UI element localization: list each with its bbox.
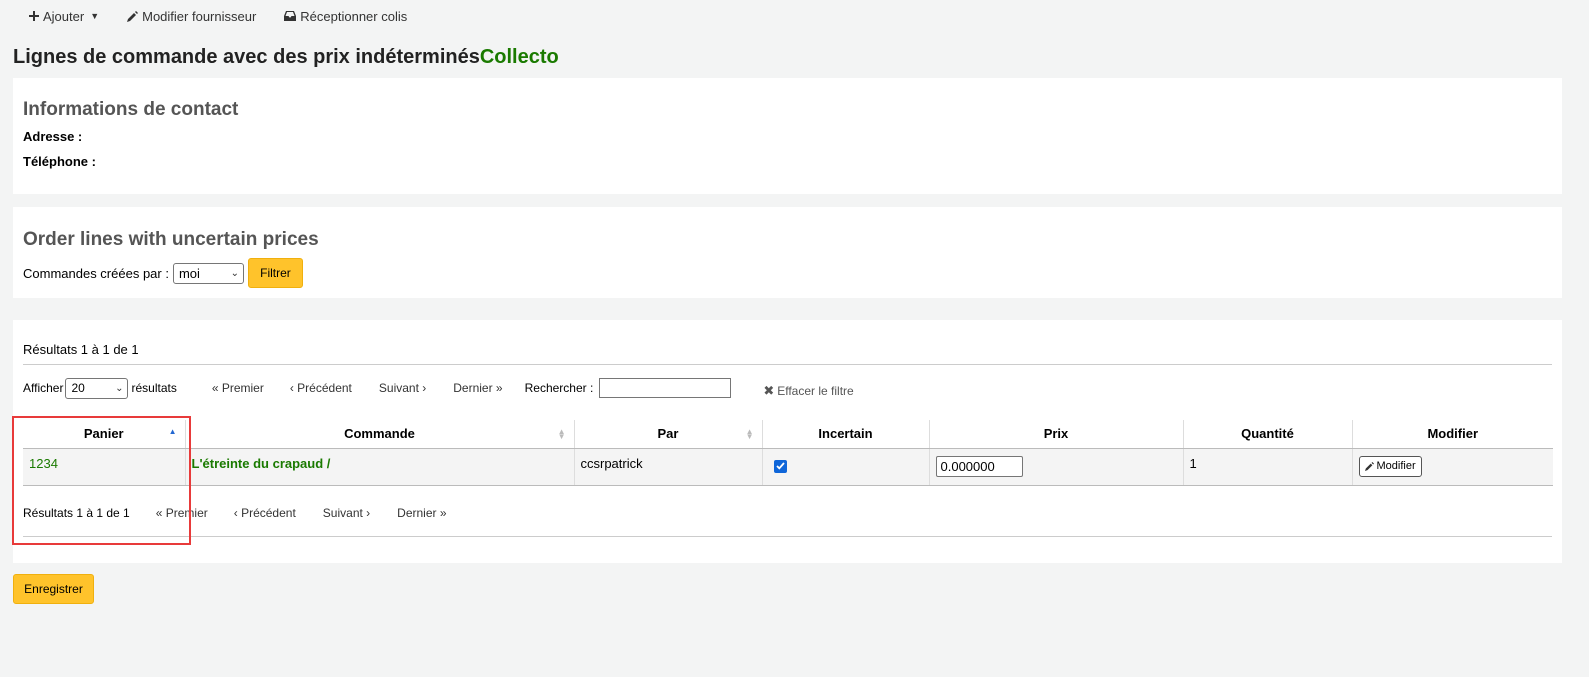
uncertain-cell: [762, 448, 930, 486]
search-input[interactable]: [599, 378, 732, 398]
caret-down-icon: ▼: [90, 11, 100, 21]
basket-cell: 1234: [23, 448, 186, 486]
edit-label: Modifier: [1376, 460, 1416, 472]
vendor-name: Collecto: [479, 46, 559, 68]
save-button[interactable]: Enregistrer: [13, 574, 94, 604]
add-label: Ajouter: [43, 8, 85, 24]
column-header-edit: Modifier: [1352, 420, 1553, 449]
order-cell: L'étreinte du crapaud /: [185, 448, 575, 486]
edit-button[interactable]: Modifier: [1358, 455, 1422, 477]
column-header-price: Prix: [929, 420, 1184, 449]
add-dropdown-button[interactable]: Ajouter ▼: [29, 9, 99, 24]
results-label: résultats: [131, 381, 177, 395]
price-cell: [929, 448, 1184, 486]
pencil-icon: [127, 10, 139, 22]
column-header-by[interactable]: Par ▲ ▼: [574, 420, 763, 449]
table-row: 1234 L'étreinte du crapaud / ccsrpatrick…: [23, 448, 1553, 486]
table-controls: Afficher 20 ⌄ résultats « Premier ‹ Préc…: [23, 377, 1553, 399]
sort-icon: ▲ ▼: [745, 427, 754, 441]
pencil-icon: [1364, 461, 1374, 471]
last-page-link[interactable]: Dernier »: [397, 506, 446, 520]
column-label: Modifier: [1427, 426, 1479, 442]
price-input[interactable]: [935, 455, 1023, 477]
column-label: Commande: [344, 426, 415, 442]
chevron-down-icon: ⌄: [230, 267, 239, 279]
page-title-text: Lignes de commande avec des prix indéter…: [13, 46, 480, 68]
phone-label: Téléphone :: [23, 154, 96, 169]
address-label: Adresse :: [23, 129, 83, 144]
edit-cell: Modifier: [1352, 448, 1553, 486]
receive-shipment-button[interactable]: Réceptionner colis: [284, 9, 407, 24]
receive-label: Réceptionner colis: [300, 8, 408, 24]
results-panel: Résultats 1 à 1 de 1 Afficher 20 ⌄ résul…: [13, 320, 1562, 563]
column-label: Par: [657, 426, 679, 442]
page-title: Lignes de commande avec des prix indéter…: [13, 46, 559, 69]
last-page-link[interactable]: Dernier »: [453, 381, 502, 395]
created-by-value: moi: [178, 265, 200, 281]
show-label: Afficher: [23, 381, 64, 395]
sort-icon: ▲ ▼: [557, 427, 566, 441]
close-icon: ✖: [763, 383, 775, 398]
column-header-uncertain: Incertain: [762, 420, 930, 449]
first-page-link[interactable]: « Premier: [156, 506, 208, 520]
column-label: Panier: [83, 426, 124, 442]
filter-panel: Order lines with uncertain prices Comman…: [13, 207, 1562, 298]
bottom-pager: Résultats 1 à 1 de 1 « Premier ‹ Précéde…: [23, 506, 447, 520]
contact-panel: Informations de contact Adresse : Téléph…: [13, 78, 1562, 194]
results-summary: Résultats 1 à 1 de 1: [23, 342, 139, 357]
created-by-select[interactable]: moi ⌄: [172, 262, 244, 284]
plus-icon: [29, 11, 39, 21]
clear-filter-label: Effacer le filtre: [777, 384, 854, 398]
by-cell: ccsrpatrick: [574, 448, 763, 486]
clear-filter-button[interactable]: ✖ Effacer le filtre: [763, 383, 853, 399]
column-label: Quantité: [1241, 426, 1294, 442]
page-size-value: 20: [71, 381, 85, 395]
next-page-link[interactable]: Suivant ›: [323, 506, 370, 520]
filter-heading: Order lines with uncertain prices: [23, 229, 319, 250]
filter-row: Commandes créées par : moi ⌄ Filtrer: [23, 258, 303, 288]
quantity-cell: 1: [1183, 448, 1353, 486]
divider: [23, 536, 1552, 537]
previous-page-link[interactable]: ‹ Précédent: [234, 506, 296, 520]
edit-vendor-button[interactable]: Modifier fournisseur: [127, 9, 256, 24]
search-label: Rechercher :: [524, 381, 594, 395]
table-header-row: Panier ▲ Commande ▲ ▼ Par ▲ ▼ Incertain Prix …: [23, 420, 1553, 449]
previous-page-link[interactable]: ‹ Précédent: [290, 381, 352, 395]
edit-vendor-label: Modifier fournisseur: [142, 8, 257, 24]
checkmark-icon: [775, 462, 785, 470]
inbox-icon: [284, 11, 297, 21]
column-header-quantity: Quantité: [1183, 420, 1353, 449]
first-page-link[interactable]: « Premier: [212, 381, 264, 395]
created-by-label: Commandes créées par :: [23, 265, 169, 281]
page-size-select[interactable]: 20 ⌄: [65, 377, 129, 399]
orders-table: Panier ▲ Commande ▲ ▼ Par ▲ ▼ Incertain Prix …: [23, 420, 1553, 486]
chevron-down-icon: ⌄: [115, 382, 124, 394]
column-label: Incertain: [818, 426, 873, 442]
uncertain-checkbox[interactable]: [773, 459, 787, 473]
column-label: Prix: [1043, 426, 1069, 442]
column-header-basket[interactable]: Panier ▲: [23, 420, 186, 449]
order-title-link[interactable]: L'étreinte du crapaud /: [192, 456, 331, 471]
basket-link[interactable]: 1234: [29, 456, 58, 471]
divider: [23, 364, 1552, 365]
contact-heading: Informations de contact: [23, 99, 239, 120]
sort-asc-icon: ▲: [168, 427, 177, 436]
vendor-toolbar: Ajouter ▼ Modifier fournisseur Réception…: [29, 8, 435, 24]
filter-button[interactable]: Filtrer: [247, 258, 303, 288]
bottom-results-summary: Résultats 1 à 1 de 1: [23, 506, 130, 520]
next-page-link[interactable]: Suivant ›: [379, 381, 426, 395]
column-header-order[interactable]: Commande ▲ ▼: [185, 420, 575, 449]
